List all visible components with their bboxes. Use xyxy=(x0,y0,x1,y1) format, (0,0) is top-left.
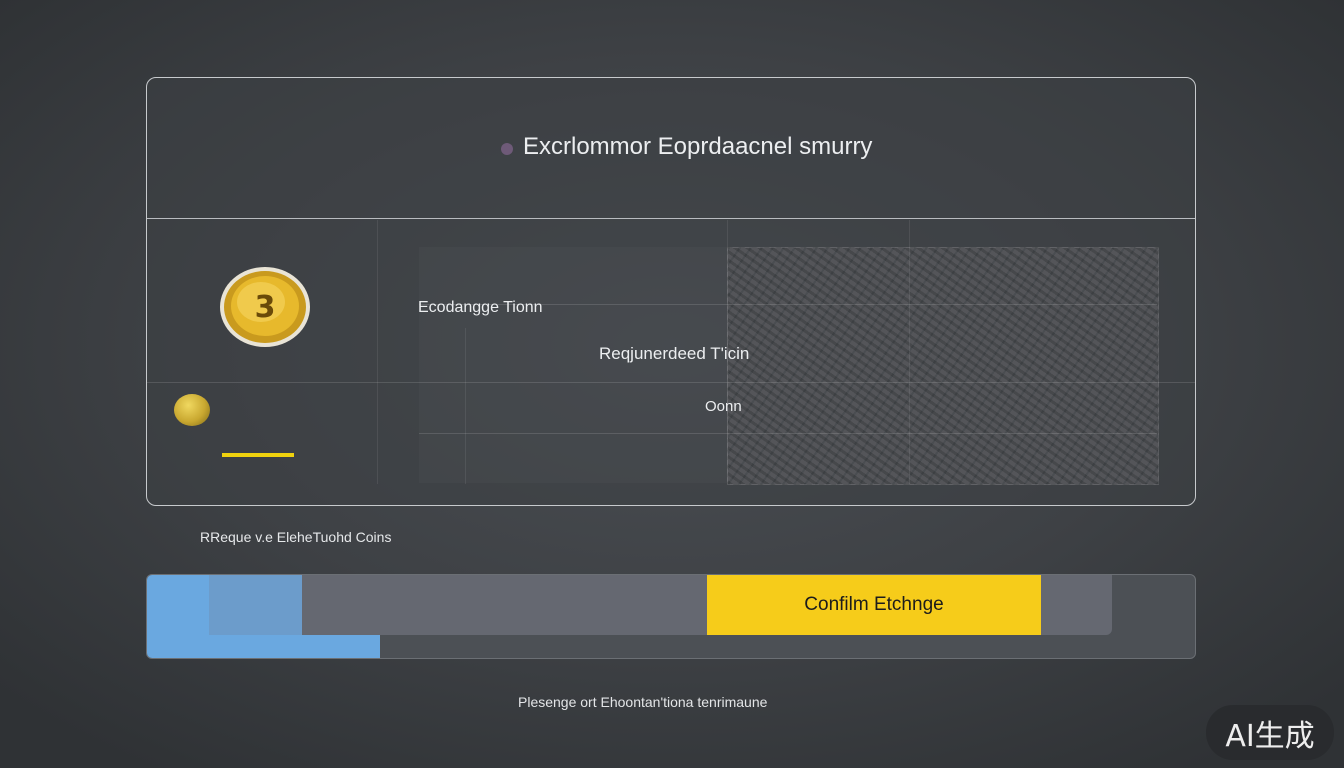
coin-row-label: Oonn xyxy=(705,398,742,415)
slider-handle[interactable] xyxy=(209,575,302,635)
action-bar: Confilm Etchnge xyxy=(146,574,1196,659)
exchange-row-label: Ecodangge Tionn xyxy=(418,299,543,316)
gold-coin-icon: 3 xyxy=(220,267,310,347)
panel-header: Excrlommor Eoprdaacnel smurry xyxy=(147,78,1195,219)
panel-title: Excrlommor Eoprdaacnel smurry xyxy=(523,133,873,160)
required-row-label: Reqjunerdeed T'icin xyxy=(599,344,750,363)
status-dot-icon xyxy=(501,143,513,155)
coins-caption: RReque v.e EleheTuohd Coins xyxy=(200,529,392,545)
details-texture-area xyxy=(727,247,1159,485)
ai-generated-watermark: AI生成 xyxy=(1206,705,1334,760)
footer-note: Plesenge ort Ehoontan'tiona tenrimaune xyxy=(518,694,768,710)
row-divider xyxy=(147,382,1195,383)
selection-indicator xyxy=(222,453,294,457)
coin-glyph: 3 xyxy=(255,290,276,325)
exchange-summary-panel: Excrlommor Eoprdaacnel smurry 3 Ecodangg… xyxy=(146,77,1196,506)
row-divider xyxy=(419,433,1157,434)
column-divider xyxy=(465,328,466,484)
column-divider xyxy=(377,220,378,484)
column-divider xyxy=(909,220,910,484)
small-coin-icon xyxy=(174,394,210,426)
confirm-exchange-button[interactable]: Confilm Etchnge xyxy=(707,575,1041,635)
